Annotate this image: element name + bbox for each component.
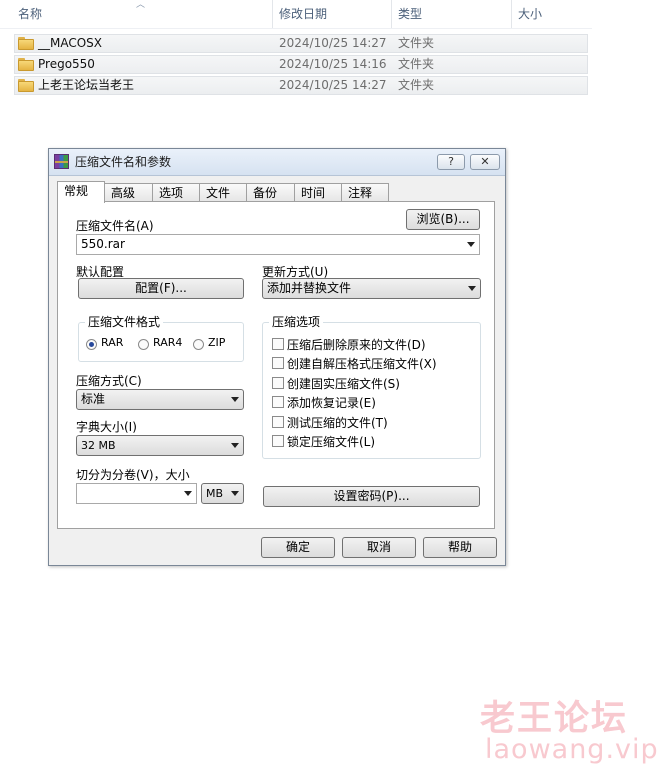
solid-checkbox[interactable] [272, 377, 284, 389]
watermark-url: laowang.vip [485, 734, 659, 765]
dict-size-value: 32 MB [81, 439, 116, 452]
winrar-icon [54, 154, 69, 169]
split-unit-value: MB [206, 487, 224, 500]
folder-icon [18, 58, 34, 71]
archive-name-label: 压缩文件名(A) [76, 219, 154, 233]
tab-time[interactable]: 时间 [294, 183, 342, 202]
file-row[interactable]: 上老王论坛当老王 2024/10/25 14:27 文件夹 [14, 76, 588, 95]
format-zip-radio[interactable] [193, 339, 204, 350]
file-date: 2024/10/25 14:16 [279, 57, 387, 71]
profiles-button[interactable]: 配置(F)... [78, 278, 244, 299]
column-date[interactable]: 修改日期 [272, 0, 390, 28]
file-date: 2024/10/25 14:27 [279, 78, 387, 92]
file-name: __MACOSX [38, 36, 103, 50]
delete-after-checkbox[interactable] [272, 338, 284, 350]
sfx-checkbox[interactable] [272, 357, 284, 369]
cancel-button[interactable]: 取消 [342, 537, 416, 558]
compression-method-select[interactable]: 标准 [76, 389, 244, 410]
chevron-down-icon [468, 286, 476, 291]
file-type: 文件夹 [398, 57, 435, 71]
browse-button[interactable]: 浏览(B)... [406, 209, 480, 230]
file-name: 上老王论坛当老王 [38, 78, 135, 92]
tab-comment[interactable]: 注释 [341, 183, 389, 202]
format-rar4-label: RAR4 [153, 336, 183, 349]
lock-checkbox[interactable] [272, 435, 284, 447]
ok-button[interactable]: 确定 [261, 537, 335, 558]
file-type: 文件夹 [398, 78, 435, 92]
format-zip-label: ZIP [208, 336, 226, 349]
dict-size-label: 字典大小(I) [76, 420, 137, 434]
options-group-title: 压缩选项 [269, 315, 324, 329]
test-label: 测试压缩的文件(T) [287, 416, 388, 430]
lock-label: 锁定压缩文件(L) [287, 435, 376, 449]
file-row[interactable]: Prego550 2024/10/25 14:16 文件夹 [14, 55, 588, 74]
tab-advanced[interactable]: 高级 [104, 183, 153, 202]
sort-up-icon: ︿ [136, 0, 146, 10]
update-mode-value: 添加并替换文件 [267, 281, 352, 295]
format-group: 压缩文件格式 RAR RAR4 ZIP [78, 315, 244, 362]
help-button[interactable]: 帮助 [423, 537, 497, 558]
split-size-input[interactable] [76, 483, 197, 504]
solid-label: 创建固实压缩文件(S) [287, 377, 400, 391]
chevron-down-icon [231, 397, 239, 402]
chevron-down-icon [231, 491, 239, 496]
format-rar4-radio[interactable] [138, 339, 149, 350]
column-size[interactable]: 大小 [511, 0, 592, 28]
format-rar-label: RAR [101, 336, 124, 349]
tab-options[interactable]: 选项 [152, 183, 200, 202]
chevron-down-icon [231, 443, 239, 448]
chevron-down-icon[interactable] [467, 242, 475, 247]
update-mode-select[interactable]: 添加并替换文件 [262, 278, 481, 299]
archive-name-input[interactable]: 550.rar [76, 234, 480, 255]
file-date: 2024/10/25 14:27 [279, 36, 387, 50]
set-password-button[interactable]: 设置密码(P)... [263, 486, 480, 507]
split-unit-select[interactable]: MB [201, 483, 244, 504]
compression-method-value: 标准 [81, 392, 106, 406]
column-type[interactable]: 类型 [391, 0, 510, 28]
dict-size-select[interactable]: 32 MB [76, 435, 244, 456]
archive-dialog: 压缩文件名和参数 ? ✕ 常规 高级 选项 文件 备份 时间 注释 压缩文件名(… [48, 148, 506, 566]
delete-after-label: 压缩后删除原来的文件(D) [287, 338, 426, 352]
file-type: 文件夹 [398, 36, 435, 50]
file-row[interactable]: __MACOSX 2024/10/25 14:27 文件夹 [14, 34, 588, 53]
tab-backup[interactable]: 备份 [246, 183, 295, 202]
folder-icon [18, 79, 34, 92]
general-panel: 压缩文件名(A) 浏览(B)... 550.rar 默认配置 配置(F)... … [57, 201, 495, 529]
folder-icon [18, 37, 34, 50]
options-group: 压缩选项 压缩后删除原来的文件(D) 创建自解压格式压缩文件(X) 创建固实压缩… [262, 315, 481, 459]
file-list-header: 名称 ︿ 修改日期 类型 大小 [0, 0, 592, 29]
file-name: Prego550 [38, 57, 95, 71]
compression-method-label: 压缩方式(C) [76, 374, 142, 388]
help-title-button[interactable]: ? [437, 154, 465, 170]
format-group-title: 压缩文件格式 [85, 315, 164, 329]
dialog-title: 压缩文件名和参数 [75, 155, 172, 169]
dialog-titlebar[interactable]: 压缩文件名和参数 ? ✕ [49, 149, 505, 176]
format-rar-radio[interactable] [86, 339, 97, 350]
chevron-down-icon[interactable] [184, 491, 192, 496]
close-button[interactable]: ✕ [470, 154, 500, 170]
test-checkbox[interactable] [272, 416, 284, 428]
sfx-label: 创建自解压格式压缩文件(X) [287, 357, 437, 371]
tab-files[interactable]: 文件 [199, 183, 247, 202]
split-volume-label: 切分为分卷(V)，大小 [76, 468, 190, 482]
archive-name-value: 550.rar [81, 237, 125, 251]
recovery-label: 添加恢复记录(E) [287, 396, 376, 410]
tab-general[interactable]: 常规 [57, 181, 105, 203]
recovery-checkbox[interactable] [272, 396, 284, 408]
